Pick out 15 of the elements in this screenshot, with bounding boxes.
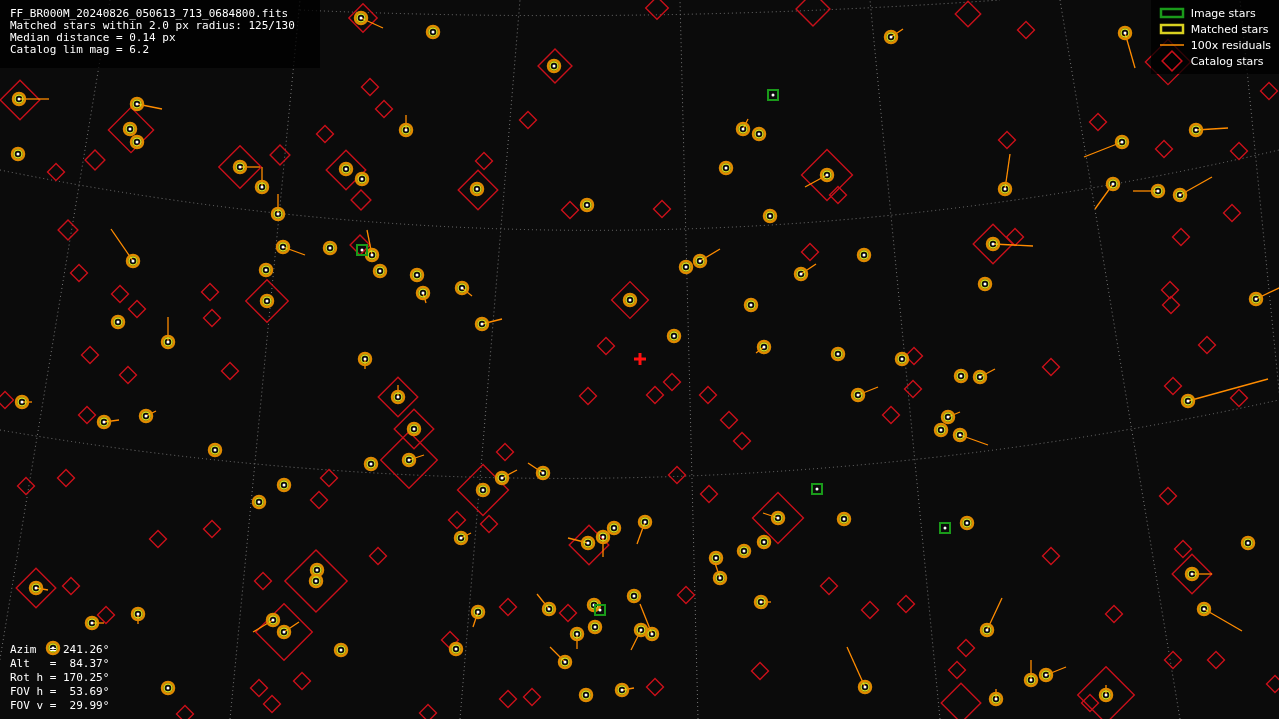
- pointing-text: FOV v = 29.99°: [10, 699, 110, 713]
- info-text: Median distance = 0.14 px: [10, 32, 177, 44]
- info-text: Catalog lim mag = 6.2: [10, 44, 151, 56]
- pointing-text: Alt = 84.37°: [10, 657, 110, 671]
- legend-label: Image stars: [1190, 6, 1256, 20]
- image-star-swatch-icon: [1158, 7, 1185, 19]
- pointing-text: Rot h = 170.25°: [10, 671, 110, 685]
- legend-label: Catalog stars: [1190, 54, 1264, 68]
- legend-label: Matched stars: [1190, 22, 1269, 36]
- info-text: Matched stars within 2.0 px radius: 125/130: [10, 20, 296, 32]
- pointing-text: FOV h = 53.69°: [10, 685, 110, 699]
- legend-label: 100x residuals: [1190, 38, 1271, 52]
- matched-star-swatch-icon: [1158, 23, 1185, 35]
- info-text: FF_BR000M_20240826_050613_713_0684800.fits: [10, 8, 290, 20]
- residual-line-icon: [1158, 43, 1185, 47]
